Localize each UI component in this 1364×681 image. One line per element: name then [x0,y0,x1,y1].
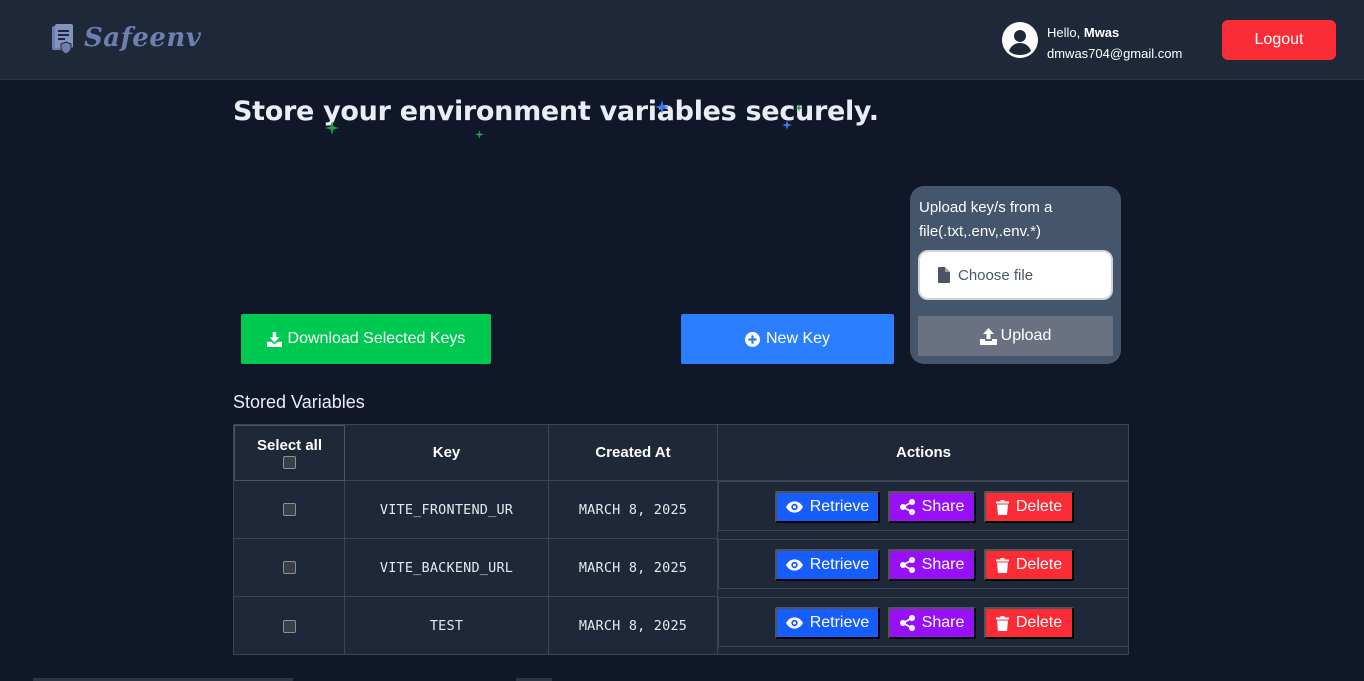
user-info: Hello, Mwas dmwas704@gmail.com [1002,22,1182,64]
download-button-label: Download Selected Keys [287,330,466,347]
select-all-checkbox[interactable] [283,456,296,469]
upload-panel: Upload key/s from a file(.txt,.env,.env.… [910,186,1121,364]
delete-button[interactable]: Delete [984,607,1074,639]
delete-button[interactable]: Delete [984,491,1074,523]
download-selected-keys-button[interactable]: Download Selected Keys [241,314,491,364]
row-select-cell [234,539,345,597]
share-button[interactable]: Share [888,491,976,523]
select-all-header: Select all [234,425,345,481]
share-label: Share [921,556,965,573]
upload-icon [979,327,997,345]
retrieve-button[interactable]: Retrieve [775,491,880,523]
user-avatar-icon[interactable] [1002,22,1038,58]
actions-cell: Retrieve Share Delete [718,539,1129,589]
retrieve-label: Retrieve [809,614,870,631]
sparkle-icon [782,120,792,130]
row-checkbox[interactable] [282,561,296,574]
share-icon [899,557,915,573]
delete-label: Delete [1015,498,1063,515]
download-icon [266,331,282,347]
logout-button[interactable]: Logout [1222,20,1336,60]
share-label: Share [921,498,965,515]
upload-button[interactable]: Upload [918,316,1113,356]
sparkle-icon [475,130,484,139]
actions-cell: Retrieve Share Delete [718,597,1129,647]
created-at-cell: MARCH 8, 2025 [549,539,718,597]
sparkle-icon [795,104,803,112]
actions-column-header: Actions [718,425,1129,481]
share-button[interactable]: Share [888,607,976,639]
new-key-button[interactable]: New Key [681,314,894,364]
trash-icon [995,499,1009,515]
row-checkbox[interactable] [282,619,296,633]
created-at-cell: MARCH 8, 2025 [549,481,718,539]
key-cell: TEST [345,597,549,655]
choose-file-label: Choose file [958,266,1034,284]
delete-label: Delete [1015,556,1063,573]
user-name: Mwas [1083,25,1120,40]
share-button[interactable]: Share [888,549,976,581]
upload-title: Upload key/s from a file(.txt,.env,.env.… [919,199,1053,240]
created-at-column-header: Created At [549,425,718,481]
key-column-header: Key [345,425,549,481]
eye-icon [785,559,803,571]
retrieve-button[interactable]: Retrieve [775,549,880,581]
sparkle-icon [655,100,669,114]
choose-file-input[interactable]: Choose file [918,250,1113,300]
retrieve-label: Retrieve [809,498,870,515]
app-logo[interactable]: Safeenv [50,22,201,54]
retrieve-label: Retrieve [809,556,870,573]
top-navbar: Safeenv Hello, Mwas dmwas704@gmail.com L… [0,0,1364,80]
greeting-prefix: Hello, [1047,25,1084,40]
row-select-cell [234,597,345,655]
upload-button-label: Upload [1000,327,1052,344]
sparkle-icon [325,121,339,135]
share-label: Share [921,614,965,631]
actions-cell: Retrieve Share Delete [718,481,1129,531]
stored-variables-heading: Stored Variables [233,392,365,412]
variables-table: Select all Key Created At Actions VITE_F… [233,424,1129,655]
trash-icon [995,615,1009,631]
user-greeting: Hello, Mwas [1047,22,1182,43]
delete-label: Delete [1015,614,1063,631]
share-icon [899,499,915,515]
row-select-cell [234,481,345,539]
plus-circle-icon [744,331,760,347]
trash-icon [995,557,1009,573]
select-all-label: Select all [256,437,323,454]
share-icon [899,615,915,631]
row-checkbox[interactable] [282,503,296,516]
retrieve-button[interactable]: Retrieve [775,607,880,639]
delete-button[interactable]: Delete [984,549,1074,581]
new-key-button-label: New Key [765,330,831,347]
created-at-cell: MARCH 8, 2025 [549,597,718,655]
eye-icon [785,501,803,513]
eye-icon [785,617,803,629]
key-cell: VITE_FRONTEND_UR [345,481,549,539]
file-icon [938,267,950,283]
user-email: dmwas704@gmail.com [1047,46,1183,61]
key-cell: VITE_BACKEND_URL [345,539,549,597]
document-shield-icon [52,24,73,54]
app-name: Safeenv [84,23,202,53]
